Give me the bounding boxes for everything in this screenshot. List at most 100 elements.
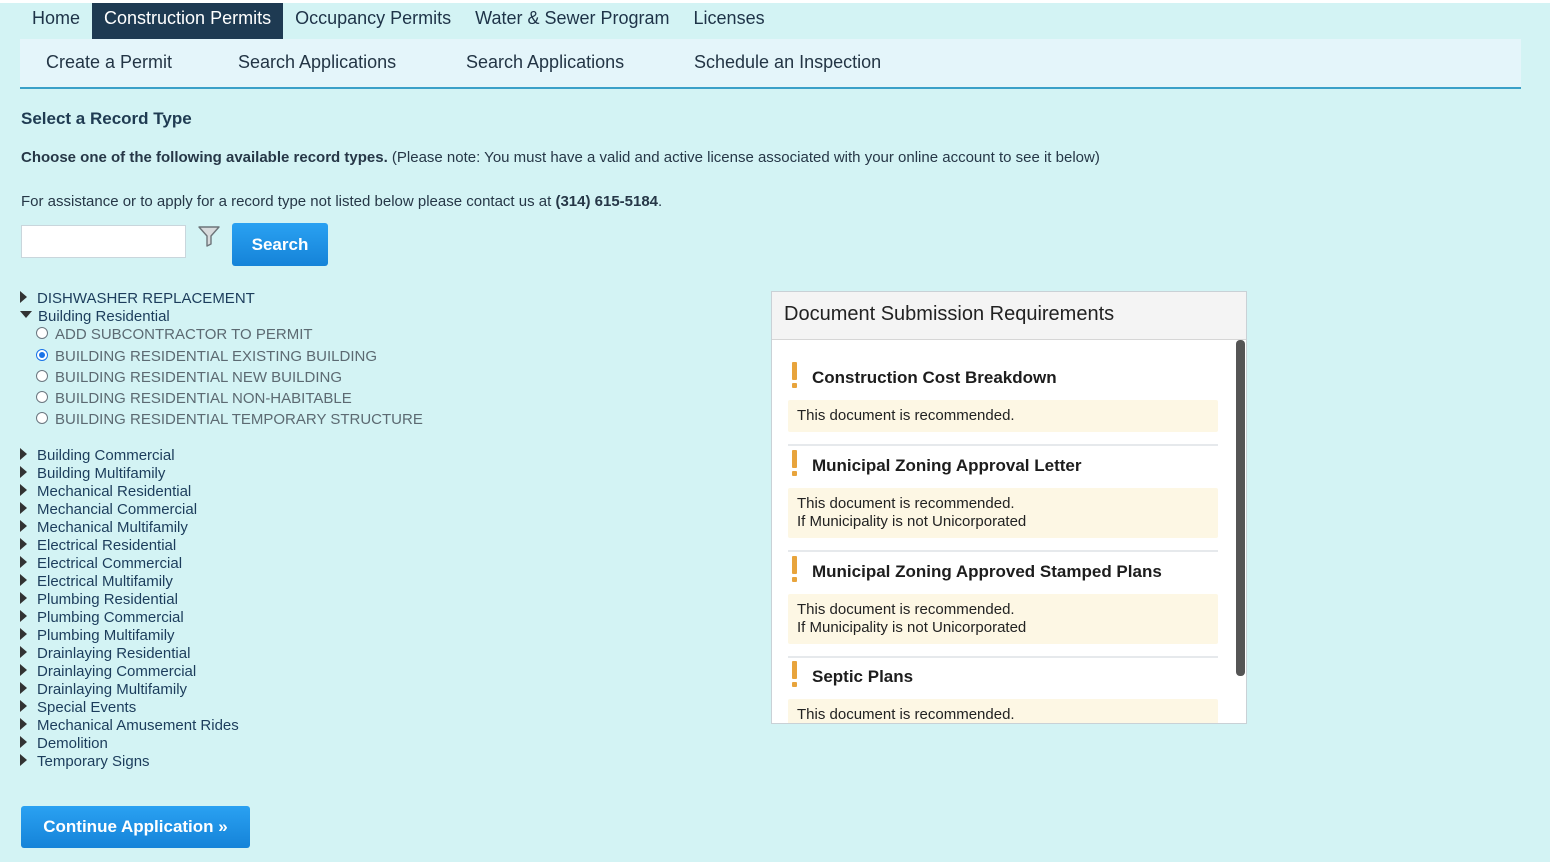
tree-item-label: Electrical Multifamily (37, 573, 173, 590)
expand-arrow-icon[interactable] (20, 484, 27, 497)
radio-button[interactable] (36, 370, 48, 383)
search-input[interactable] (21, 225, 186, 258)
requirements-list[interactable]: Construction Cost Breakdown This documen… (772, 340, 1236, 723)
option-label: ADD SUBCONTRACTOR TO PERMIT (55, 326, 313, 343)
collapse-arrow-icon[interactable] (20, 310, 32, 318)
tree-item[interactable]: Electrical Multifamily (20, 573, 173, 591)
sub-nav: Create a Permit Search Applications Sear… (20, 39, 1521, 89)
tree-item-label: Demolition (37, 735, 108, 752)
record-option-temporary-structure[interactable]: BUILDING RESIDENTIAL TEMPORARY STRUCTURE (36, 411, 423, 431)
tree-item[interactable]: Drainlaying Multifamily (20, 681, 187, 699)
tree-item[interactable]: Mechanical Multifamily (20, 519, 188, 537)
instruction-text: Choose one of the following available re… (21, 149, 1100, 166)
expand-arrow-icon[interactable] (20, 718, 27, 731)
radio-button[interactable] (36, 391, 48, 404)
assistance-text: For assistance or to apply for a record … (21, 193, 662, 210)
tree-item-label: Building Residential (38, 308, 170, 325)
tree-item-label: Plumbing Commercial (37, 609, 184, 626)
tab-licenses[interactable]: Licenses (682, 3, 777, 39)
requirement-note-line: This document is recommended. (797, 495, 1015, 512)
tree-item-label: DISHWASHER REPLACEMENT (37, 290, 255, 307)
tree-item[interactable]: Building Commercial (20, 447, 175, 465)
record-option-new-building[interactable]: BUILDING RESIDENTIAL NEW BUILDING (36, 369, 342, 389)
subnav-schedule-inspection[interactable]: Schedule an Inspection (694, 52, 881, 73)
tab-occupancy-permits[interactable]: Occupancy Permits (283, 3, 463, 39)
tree-item[interactable]: Building Multifamily (20, 465, 165, 483)
expand-arrow-icon[interactable] (20, 646, 27, 659)
radio-button[interactable] (36, 327, 48, 340)
tree-item-label: Mechanical Residential (37, 483, 192, 500)
tree-item-label: Mechanical Amusement Rides (37, 717, 239, 734)
requirement-name: Municipal Zoning Approval Letter (812, 456, 1082, 475)
expand-arrow-icon[interactable] (20, 502, 27, 515)
tree-item[interactable]: Mechancial Commercial (20, 501, 197, 519)
tree-item-label: Temporary Signs (37, 753, 150, 770)
record-option-add-subcontractor[interactable]: ADD SUBCONTRACTOR TO PERMIT (36, 326, 313, 346)
requirement-note-line: This document is recommended. (797, 407, 1015, 424)
divider (788, 550, 1218, 552)
subnav-search-applications-2[interactable]: Search Applications (466, 52, 624, 73)
continue-application-button[interactable]: Continue Application » (21, 806, 250, 848)
tree-item[interactable]: Drainlaying Commercial (20, 663, 196, 681)
panel-scrollbar[interactable] (1236, 340, 1245, 676)
requirement-note: This document is recommended. (788, 400, 1218, 432)
divider (788, 656, 1218, 658)
warning-icon (790, 661, 798, 689)
expand-arrow-icon[interactable] (20, 610, 27, 623)
expand-arrow-icon[interactable] (20, 754, 27, 767)
tree-item-building-residential[interactable]: Building Residential (20, 308, 170, 326)
tree-item[interactable]: Plumbing Commercial (20, 609, 184, 627)
expand-arrow-icon[interactable] (20, 538, 27, 551)
tree-item[interactable]: Special Events (20, 699, 136, 717)
panel-title: Document Submission Requirements (772, 292, 1246, 340)
tree-item[interactable]: Electrical Commercial (20, 555, 182, 573)
tree-item-label: Mechancial Commercial (37, 501, 198, 518)
tree-item[interactable]: Drainlaying Residential (20, 645, 190, 663)
tree-item-label: Building Commercial (37, 447, 175, 464)
tree-item[interactable]: Plumbing Residential (20, 591, 178, 609)
expand-arrow-icon[interactable] (20, 700, 27, 713)
expand-arrow-icon[interactable] (20, 520, 27, 533)
assist-phone: (314) 615-5184 (555, 193, 659, 210)
expand-arrow-icon[interactable] (20, 628, 27, 641)
tree-item-label: Electrical Residential (37, 537, 177, 554)
requirement-note-line: This document is recommended. (797, 706, 1015, 723)
tree-item[interactable]: Demolition (20, 735, 108, 753)
requirement-note: This document is recommended. If Municip… (788, 594, 1218, 644)
tree-item[interactable]: Mechanical Residential (20, 483, 191, 501)
subnav-create-permit[interactable]: Create a Permit (46, 52, 172, 73)
tab-construction-permits[interactable]: Construction Permits (92, 3, 284, 45)
tree-item[interactable]: Mechanical Amusement Rides (20, 717, 239, 735)
tree-item[interactable]: Temporary Signs (20, 753, 150, 771)
tab-home[interactable]: Home (20, 3, 92, 39)
radio-button[interactable] (36, 412, 48, 425)
top-nav: Home Construction Permits Occupancy Perm… (20, 3, 777, 45)
record-option-existing-building[interactable]: BUILDING RESIDENTIAL EXISTING BUILDING (36, 348, 377, 368)
expand-arrow-icon[interactable] (20, 592, 27, 605)
expand-arrow-icon[interactable] (20, 682, 27, 695)
expand-arrow-icon[interactable] (20, 664, 27, 677)
expand-arrow-icon[interactable] (20, 448, 27, 461)
radio-button-selected[interactable] (36, 349, 48, 362)
subnav-search-applications[interactable]: Search Applications (238, 52, 396, 73)
tree-item[interactable]: Electrical Residential (20, 537, 176, 555)
requirement-note-line: If Municipality is not Unicorporated (797, 513, 1027, 530)
tree-item[interactable]: Plumbing Multifamily (20, 627, 175, 645)
requirement-name: Construction Cost Breakdown (812, 368, 1057, 387)
tree-item-dishwasher-replacement[interactable]: DISHWASHER REPLACEMENT (20, 290, 255, 308)
filter-icon[interactable] (198, 225, 220, 247)
record-option-non-habitable[interactable]: BUILDING RESIDENTIAL NON-HABITABLE (36, 390, 352, 410)
option-label: BUILDING RESIDENTIAL TEMPORARY STRUCTURE (55, 411, 423, 428)
page-title: Select a Record Type (21, 109, 192, 128)
expand-arrow-icon[interactable] (20, 574, 27, 587)
tab-water-sewer-program[interactable]: Water & Sewer Program (463, 3, 681, 39)
tree-item-label: Mechanical Multifamily (37, 519, 188, 536)
expand-arrow-icon[interactable] (20, 556, 27, 569)
expand-arrow-icon[interactable] (20, 466, 27, 479)
divider (788, 444, 1218, 446)
expand-arrow-icon[interactable] (20, 291, 27, 304)
warning-icon (790, 556, 798, 584)
expand-arrow-icon[interactable] (20, 736, 27, 749)
requirement-name: Septic Plans (812, 667, 914, 686)
search-button[interactable]: Search (232, 223, 328, 266)
